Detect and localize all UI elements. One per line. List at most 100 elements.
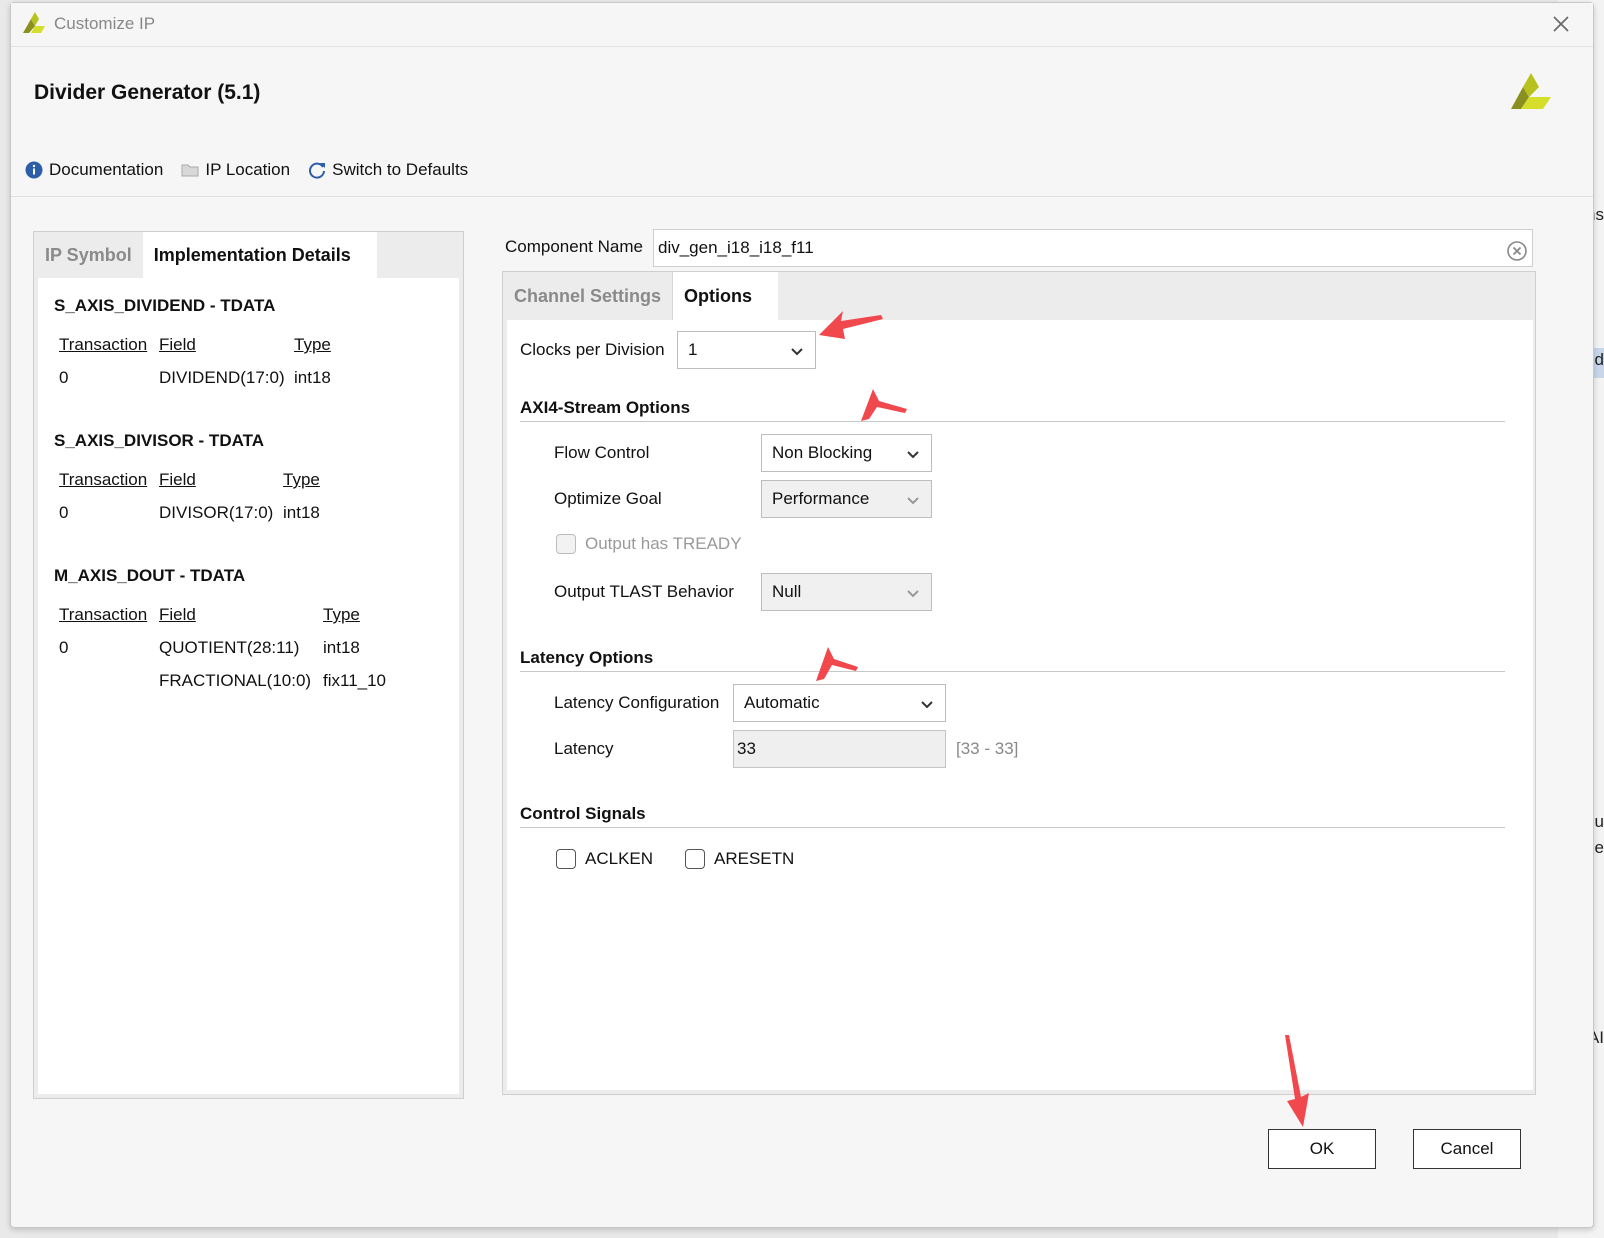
- annotation-arrow-icon: [816, 647, 858, 681]
- switch-to-defaults-label: Switch to Defaults: [332, 160, 469, 179]
- clocks-per-division-select[interactable]: 1: [677, 331, 816, 369]
- latency-configuration-value: Automatic: [744, 693, 820, 712]
- tab-channel-settings[interactable]: Channel Settings: [503, 272, 672, 320]
- column-header-type: Type: [294, 335, 331, 354]
- toolbar: Documentation IP Location Switch to Defa…: [25, 156, 486, 184]
- section-title: S_AXIS_DIVIDEND - TDATA: [54, 296, 276, 315]
- chevron-down-icon: [921, 701, 933, 709]
- table-cell: fix11_10: [323, 671, 387, 690]
- latency-input[interactable]: 33: [733, 730, 946, 768]
- annotation-arrow-icon: [819, 311, 883, 339]
- tab-ip-symbol[interactable]: IP Symbol: [34, 232, 143, 278]
- column-header-field: Field: [159, 470, 196, 489]
- folder-icon: [181, 164, 199, 177]
- column-header-transaction: Transaction: [59, 605, 148, 624]
- optimize-goal-select[interactable]: Performance: [761, 480, 932, 518]
- group-divider: [520, 671, 1505, 672]
- group-divider: [520, 827, 1505, 828]
- chevron-down-icon: [907, 497, 919, 505]
- clocks-per-division-label: Clocks per Division: [520, 340, 665, 359]
- checkbox-box: [556, 534, 576, 554]
- optimize-goal-label: Optimize Goal: [554, 489, 662, 508]
- latency-value: 33: [737, 739, 756, 758]
- clocks-per-division-value: 1: [688, 340, 698, 359]
- table-cell: int18: [283, 503, 320, 522]
- table-cell: 0: [59, 368, 69, 387]
- page-title: Divider Generator (5.1): [34, 81, 261, 104]
- chevron-down-icon: [907, 451, 919, 459]
- ip-location-label: IP Location: [205, 160, 291, 179]
- column-header-field: Field: [159, 605, 196, 624]
- flow-control-label: Flow Control: [554, 443, 650, 462]
- latency-range-hint: [33 - 33]: [956, 739, 1019, 758]
- aclken-label: ACLKEN: [585, 849, 654, 868]
- close-icon[interactable]: [1549, 12, 1573, 36]
- table-cell: int18: [294, 368, 331, 387]
- latency-label: Latency: [554, 739, 614, 758]
- customize-ip-dialog: Customize IP Divider Generator (5.1) Doc…: [10, 2, 1594, 1228]
- aresetn-checkbox[interactable]: ARESETN: [685, 849, 794, 869]
- column-header-type: Type: [283, 470, 320, 489]
- table-cell: 0: [59, 503, 69, 522]
- right-panel: Channel Settings Options Clocks per Divi…: [502, 271, 1536, 1095]
- background-text: u: [1594, 812, 1604, 831]
- section-title: M_AXIS_DOUT - TDATA: [54, 566, 246, 585]
- table-cell: DIVISOR(17:0): [159, 503, 274, 522]
- left-panel: IP Symbol Implementation Details S_AXIS_…: [33, 231, 464, 1099]
- left-tab-bar: IP Symbol Implementation Details: [34, 232, 377, 278]
- group-divider: [520, 421, 1505, 422]
- table-cell: DIVIDEND(17:0): [159, 368, 285, 387]
- latency-options-title: Latency Options: [520, 648, 654, 667]
- tab-options[interactable]: Options: [672, 272, 779, 320]
- implementation-details-content: S_AXIS_DIVIDEND - TDATA Transaction Fiel…: [38, 278, 459, 1094]
- table-cell: 0: [59, 638, 69, 657]
- output-tlast-select[interactable]: Null: [761, 573, 932, 611]
- axi4-stream-options-title: AXI4-Stream Options: [520, 398, 691, 417]
- flow-control-select[interactable]: Non Blocking: [761, 434, 932, 472]
- clear-icon[interactable]: [1507, 238, 1527, 261]
- section-title: S_AXIS_DIVISOR - TDATA: [54, 431, 265, 450]
- documentation-button[interactable]: Documentation: [25, 160, 163, 180]
- optimize-goal-value: Performance: [772, 489, 870, 508]
- component-name-label: Component Name: [505, 237, 643, 256]
- xilinx-logo-icon: [1509, 69, 1553, 118]
- switch-to-defaults-button[interactable]: Switch to Defaults: [308, 160, 468, 180]
- background-text: d: [1594, 350, 1604, 369]
- chevron-down-icon: [907, 590, 919, 598]
- latency-configuration-select[interactable]: Automatic: [733, 684, 946, 722]
- aresetn-label: ARESETN: [714, 849, 795, 868]
- ip-location-button[interactable]: IP Location: [181, 160, 290, 180]
- column-header-type: Type: [323, 605, 360, 624]
- divider: [11, 196, 1593, 197]
- checkbox-box: [556, 849, 576, 869]
- info-icon: [25, 161, 43, 179]
- cancel-button[interactable]: Cancel: [1413, 1129, 1521, 1169]
- refresh-icon: [309, 162, 326, 179]
- options-content: Clocks per Division 1 AXI4-Stream Option…: [507, 320, 1533, 1090]
- chevron-down-icon: [791, 348, 803, 356]
- right-tab-bar: Channel Settings Options: [503, 272, 779, 320]
- checkbox-box: [685, 849, 705, 869]
- aclken-checkbox[interactable]: ACLKEN: [556, 849, 653, 869]
- output-tready-checkbox[interactable]: Output has TREADY: [556, 534, 742, 554]
- output-tlast-value: Null: [772, 582, 802, 601]
- component-name-value: div_gen_i18_i18_f11: [658, 238, 814, 257]
- output-tready-label: Output has TREADY: [585, 534, 742, 553]
- title-bar: Customize IP: [11, 3, 1593, 47]
- window-title: Customize IP: [54, 14, 156, 33]
- ok-button[interactable]: OK: [1268, 1129, 1376, 1169]
- component-name-input[interactable]: div_gen_i18_i18_f11: [653, 229, 1533, 267]
- column-header-transaction: Transaction: [59, 470, 148, 489]
- flow-control-value: Non Blocking: [772, 443, 873, 462]
- latency-configuration-label: Latency Configuration: [554, 693, 720, 712]
- column-header-transaction: Transaction: [59, 335, 148, 354]
- annotation-arrow-icon: [861, 389, 907, 421]
- table-cell: QUOTIENT(28:11): [159, 638, 300, 657]
- documentation-label: Documentation: [49, 160, 164, 179]
- xilinx-logo-icon: [21, 11, 47, 40]
- table-cell: FRACTIONAL(10:0): [159, 671, 312, 690]
- table-cell: int18: [323, 638, 360, 657]
- annotation-arrow-icon: [1285, 1035, 1309, 1127]
- output-tlast-label: Output TLAST Behavior: [554, 582, 734, 601]
- tab-implementation-details[interactable]: Implementation Details: [142, 232, 377, 278]
